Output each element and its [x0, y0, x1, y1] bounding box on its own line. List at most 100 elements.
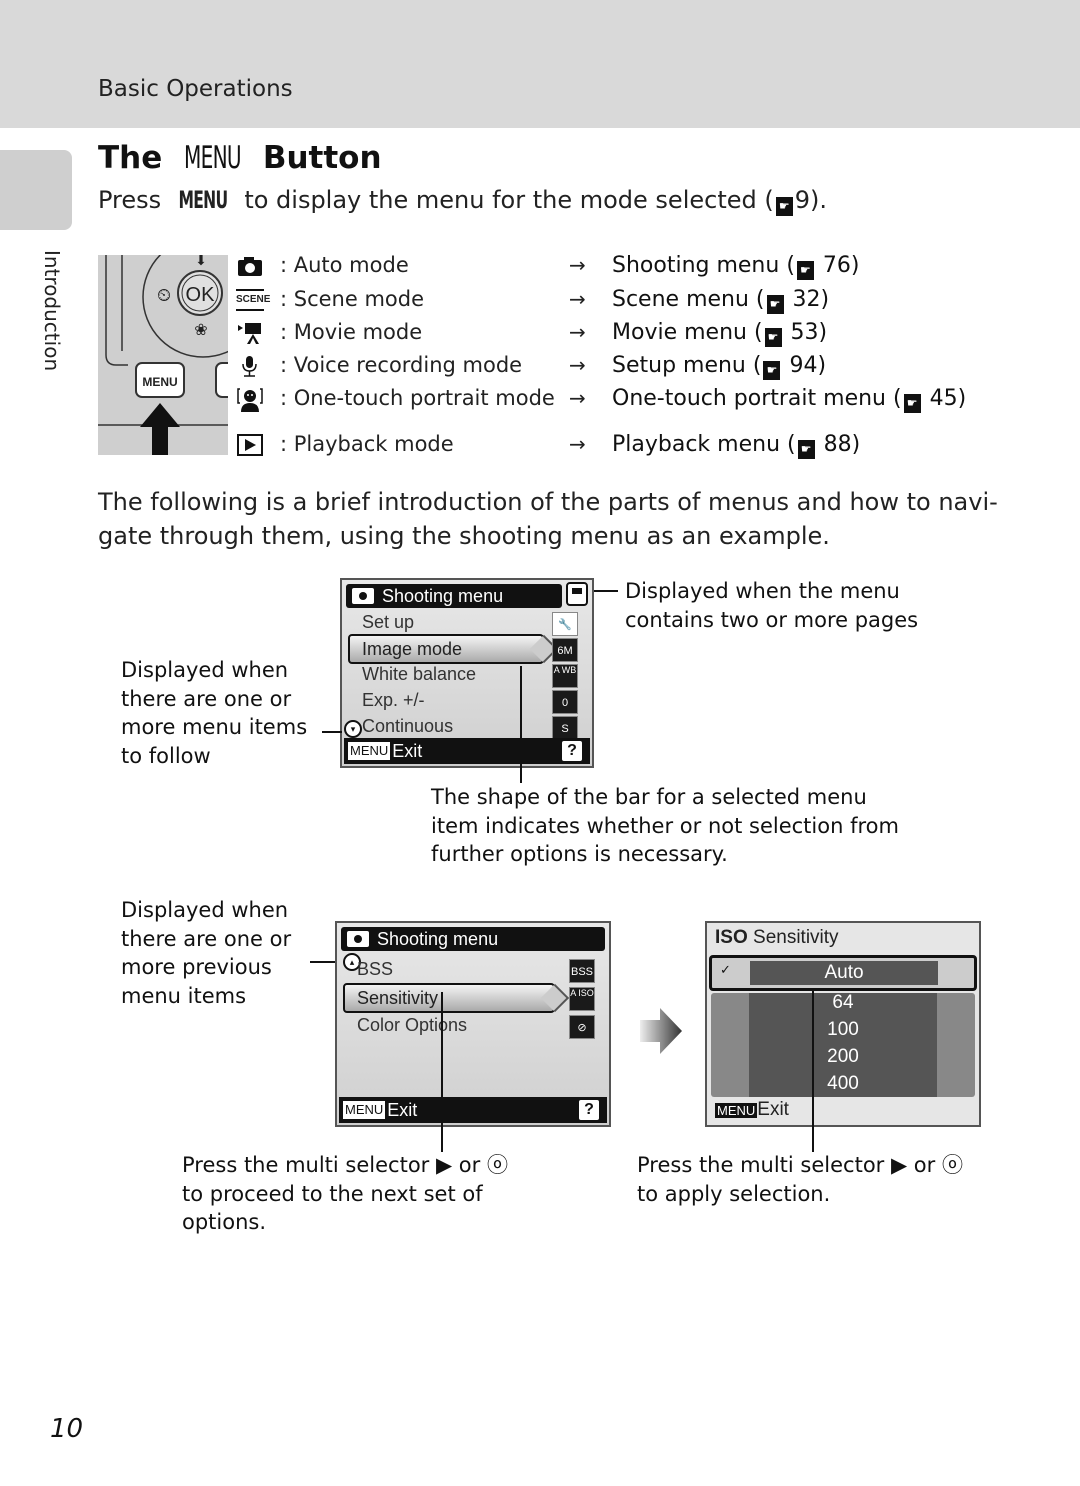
page-title: The MENU Button	[98, 140, 382, 176]
header-band	[0, 0, 1080, 128]
mode-label: : Voice recording mode	[280, 353, 523, 377]
page-indicator-icon	[566, 582, 588, 606]
sensitivity-title: ISO Sensitivity	[715, 927, 839, 948]
ok-button-label: OK	[186, 284, 216, 306]
menu-reference[interactable]: Playback menu (☛ 88)	[612, 432, 860, 459]
mode-label: : One-touch portrait mode	[280, 386, 555, 410]
mode-label: : Scene mode	[280, 287, 425, 311]
exposure-icon: 0	[552, 690, 578, 714]
callout-bar-shape: The shape of the bar for a selected menu…	[431, 785, 899, 866]
mode-label: : Movie mode	[280, 320, 423, 344]
menu-item[interactable]: BSS	[357, 959, 393, 980]
body-paragraph: The following is a brief introduction of…	[98, 488, 998, 550]
side-tab-label: Introduction	[40, 250, 64, 372]
arrow-icon: →	[569, 320, 586, 344]
menu-badge: MENU	[348, 742, 391, 760]
page-reference-icon: ☛	[763, 361, 781, 380]
option-item[interactable]: 64	[707, 989, 979, 1016]
color-options-icon: ⊘	[569, 1015, 595, 1039]
page-reference-icon: ☛	[775, 197, 793, 216]
screen-footer: MENU Exit	[715, 1099, 789, 1121]
check-icon: ✓	[720, 962, 731, 977]
menu-reference[interactable]: One-touch portrait menu (☛ 45)	[612, 386, 966, 413]
mode-row-playback: : Playback mode → Playback menu (☛ 88)	[236, 432, 996, 462]
playback-icon	[236, 434, 264, 458]
menu-reference[interactable]: Setup menu (☛ 94)	[612, 353, 826, 380]
svg-text:⏲: ⏲	[157, 285, 171, 306]
screen-title-bar: Shooting menu	[346, 584, 562, 608]
camera-icon	[347, 931, 369, 947]
menu-item[interactable]: Color Options	[357, 1015, 467, 1036]
menu-item[interactable]: White balance	[362, 664, 476, 685]
bss-icon: BSS	[569, 959, 595, 983]
selected-option-bar[interactable]: ✓ Auto	[709, 955, 977, 991]
page-reference-icon: ☛	[796, 261, 814, 280]
page-reference-icon: ☛	[797, 440, 815, 459]
menu-item-selected[interactable]: Image mode	[348, 634, 544, 664]
page-number: 10	[50, 1414, 84, 1444]
portrait-icon	[236, 388, 264, 412]
arrow-icon: →	[569, 386, 586, 410]
exit-label[interactable]: Exit	[757, 1099, 789, 1120]
mode-row-voice: : Voice recording mode → Setup menu (☛ 9…	[236, 353, 996, 383]
leader-line	[441, 992, 443, 1152]
setup-icon: 🔧	[552, 612, 578, 636]
movie-icon	[236, 322, 264, 346]
arrow-icon: →	[569, 253, 586, 277]
svg-text:⬇: ⬇	[195, 255, 207, 269]
menu-reference[interactable]: Shooting menu (☛ 76)	[612, 253, 860, 280]
iso-icon: ISO	[715, 927, 748, 948]
screen-footer: MENU Exit?	[344, 738, 590, 764]
shooting-menu-screen-1: Shooting menu Set up Image mode White ba…	[340, 578, 594, 768]
menu-item[interactable]: Continuous	[362, 716, 453, 737]
intro-text: to display the menu for the mode selecte…	[244, 186, 774, 214]
option-item[interactable]: 100	[707, 1016, 979, 1043]
selected-value: Auto	[750, 961, 938, 985]
side-tab	[0, 150, 72, 230]
exit-label[interactable]: Exit	[392, 741, 422, 761]
sensitivity-screen: ISO Sensitivity ✓ Auto 64 100 200 400 ME…	[705, 921, 981, 1127]
footnote-next-options: Press the multi selector ▶ or ⓞ to proce…	[182, 1153, 508, 1234]
menu-item[interactable]: Set up	[362, 612, 414, 633]
menu-badge: MENU	[715, 1103, 758, 1118]
exit-label[interactable]: Exit	[387, 1100, 417, 1120]
callout-follow: Displayed when there are one or more men…	[121, 658, 308, 768]
help-icon[interactable]: ?	[579, 1100, 599, 1120]
option-item[interactable]: 400	[707, 1070, 979, 1097]
microphone-icon	[236, 355, 264, 379]
callout-previous: Displayed when there are one or more pre…	[121, 898, 292, 1008]
leader-line	[812, 988, 814, 1152]
help-icon[interactable]: ?	[562, 741, 582, 761]
next-arrow-icon	[640, 1008, 682, 1054]
white-balance-icon: A WB	[552, 664, 578, 688]
menu-reference[interactable]: Movie menu (☛ 53)	[612, 320, 827, 347]
intro-press: Press	[98, 186, 162, 214]
title-prefix: The	[98, 140, 163, 176]
mode-row-movie: : Movie mode → Movie menu (☛ 53)	[236, 320, 996, 350]
arrow-icon: →	[569, 432, 586, 456]
options-list: 64 100 200 400	[707, 989, 979, 1097]
svg-text:❀: ❀	[194, 320, 207, 339]
screen-footer: MENU Exit?	[339, 1097, 607, 1123]
intro-ref-page[interactable]: 9	[795, 186, 810, 214]
continuous-icon: S	[552, 716, 578, 740]
section-title: Basic Operations	[98, 76, 293, 102]
option-item[interactable]: 200	[707, 1043, 979, 1070]
camera-icon	[352, 588, 374, 604]
screen-title-bar: Shooting menu	[341, 927, 605, 951]
scene-icon: SCENE	[236, 289, 270, 311]
menu-reference[interactable]: Scene menu (☛ 32)	[612, 287, 829, 314]
shooting-menu-screen-2: Shooting menu ▴ BSS Sensitivity Color Op…	[335, 921, 611, 1127]
menu-item-selected[interactable]: Sensitivity	[343, 983, 555, 1013]
menu-button-glyph: MENU	[178, 186, 228, 214]
camera-icon	[236, 255, 264, 279]
title-suffix: Button	[262, 140, 382, 176]
leader-line	[520, 666, 522, 783]
menu-item[interactable]: Exp. +/-	[362, 690, 425, 711]
intro-close: ).	[810, 186, 828, 214]
page-reference-icon: ☛	[764, 328, 782, 347]
mode-row-scene: SCENE : Scene mode → Scene menu (☛ 32)	[236, 287, 996, 317]
intro-line: Press MENU to display the menu for the m…	[98, 186, 827, 216]
leader-line	[322, 731, 342, 733]
footnote-apply-selection: Press the multi selector ▶ or ⓞ to apply…	[637, 1153, 963, 1206]
